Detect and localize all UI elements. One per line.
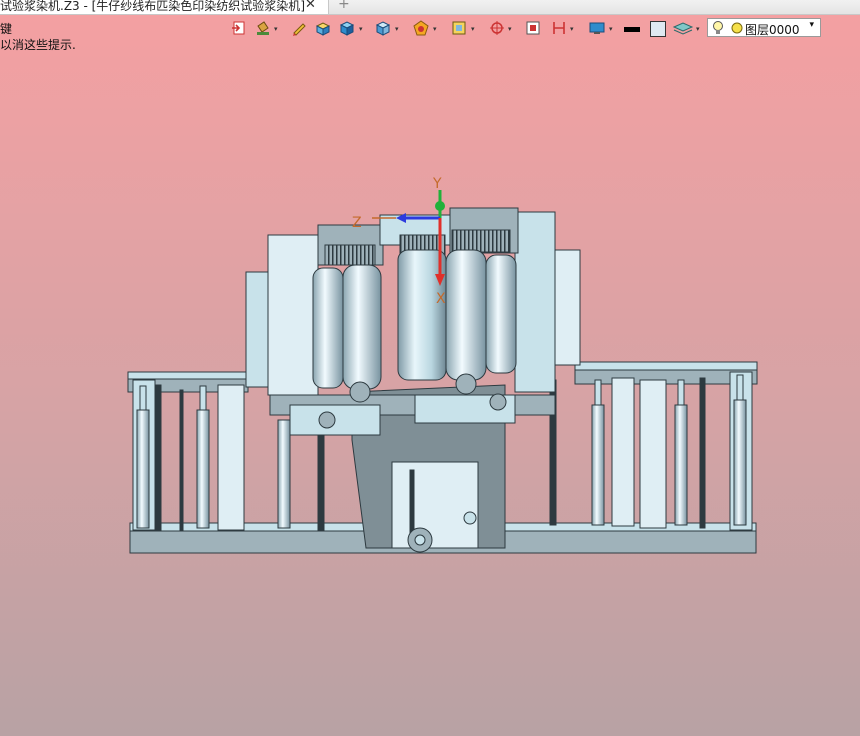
- chevron-down-icon[interactable]: ▾: [274, 25, 278, 33]
- 3d-viewport[interactable]: Y Z X 试验浆染机.Z3 - [牛仔纱线布匹染色印染纺织试验浆染机] ✕ +…: [0, 0, 860, 736]
- fill-color-swatch[interactable]: [650, 21, 666, 37]
- paint-bucket-icon[interactable]: [252, 17, 274, 39]
- chevron-down-icon[interactable]: ▾: [570, 25, 574, 33]
- document-tabbar: 试验浆染机.Z3 - [牛仔纱线布匹染色印染纺织试验浆染机] ✕ +: [0, 0, 860, 15]
- chevron-down-icon[interactable]: ▾: [471, 25, 475, 33]
- new-tab-button[interactable]: +: [338, 0, 350, 12]
- render-box-icon[interactable]: [312, 17, 334, 39]
- solid-cube-icon[interactable]: [336, 17, 358, 39]
- z-axis-label: Z: [352, 215, 362, 231]
- display-icon[interactable]: [586, 17, 608, 39]
- shaded-cube-icon[interactable]: [372, 17, 394, 39]
- document-tab[interactable]: 试验浆染机.Z3 - [牛仔纱线布匹染色印染纺织试验浆染机] ✕: [0, 0, 329, 14]
- pencil-icon[interactable]: [288, 17, 310, 39]
- layer-select[interactable]: 图层0000 ▾: [707, 18, 821, 37]
- chevron-down-icon[interactable]: ▾: [433, 25, 437, 33]
- chevron-down-icon[interactable]: ▾: [609, 25, 613, 33]
- chevron-down-icon[interactable]: ▾: [359, 25, 363, 33]
- document-tab-title: 试验浆染机.Z3 - [牛仔纱线布匹染色印染纺织试验浆染机]: [0, 0, 305, 13]
- exit-icon[interactable]: [228, 17, 250, 39]
- layer-name: 图层0000: [745, 23, 800, 37]
- chevron-down-icon[interactable]: ▾: [696, 25, 700, 33]
- lightbulb-icon: [713, 21, 743, 34]
- chevron-down-icon[interactable]: ▾: [395, 25, 399, 33]
- frame-icon[interactable]: [448, 17, 470, 39]
- machine-model[interactable]: Y Z X: [0, 0, 860, 736]
- measure-icon[interactable]: [522, 17, 544, 39]
- hint-line-2: 以消这些提示.: [0, 38, 76, 52]
- layer-stack-icon[interactable]: [672, 19, 694, 37]
- chevron-down-icon[interactable]: ▾: [508, 25, 512, 33]
- y-axis-label: Y: [432, 176, 442, 192]
- align-icon[interactable]: [548, 17, 570, 39]
- x-axis-label: X: [436, 291, 446, 307]
- hint-line-1: 键: [0, 22, 13, 36]
- wheel-icon[interactable]: [410, 17, 432, 39]
- close-icon[interactable]: ✕: [305, 0, 316, 12]
- line-color-swatch[interactable]: [624, 27, 640, 32]
- target-icon[interactable]: [486, 17, 508, 39]
- chevron-down-icon[interactable]: ▾: [809, 20, 814, 30]
